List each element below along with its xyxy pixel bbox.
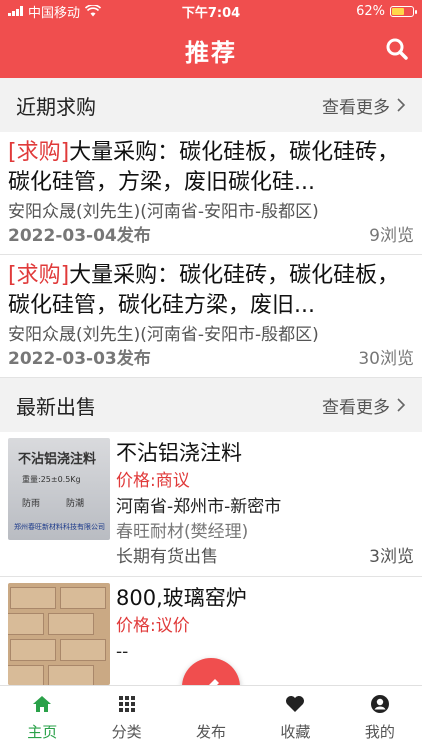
- tab-bar: 主页 分类 发布 收藏 我的: [0, 685, 422, 750]
- product-company: 春旺耐材(樊经理): [116, 522, 249, 542]
- purchase-company: 安阳众晟(刘先生)(河南省-安阳市-殷都区): [8, 325, 319, 345]
- tab-home[interactable]: 主页: [0, 686, 84, 750]
- selling-info: 800,玻璃窑炉 价格:议价 --: [110, 583, 414, 685]
- purchase-date: 2022-03-04发布: [8, 226, 151, 246]
- bag-label: 不沾铝浇注料: [18, 452, 97, 467]
- product-status: 长期有货出售: [116, 547, 218, 567]
- chevron-right-icon: [397, 98, 406, 112]
- battery-percent: 62%: [356, 3, 385, 19]
- tab-label: 我的: [364, 723, 395, 741]
- product-thumbnail: [8, 583, 110, 685]
- purchase-meta: 2022-03-04发布 9浏览: [8, 224, 414, 248]
- product-price: 价格:商议: [116, 471, 190, 491]
- product-bricks-image: [8, 583, 110, 685]
- page-title: 推荐: [185, 38, 237, 67]
- grid-icon: [116, 693, 138, 715]
- purchase-section-header: 近期求购 查看更多: [0, 78, 422, 132]
- selling-section-header: 最新出售 查看更多: [0, 378, 422, 432]
- purchase-card[interactable]: [求购]大量采购：碳化硅砖，碳化硅板，碳化硅管，碳化硅方梁，废旧... 安阳众晟…: [0, 255, 422, 378]
- purchase-more-link[interactable]: 查看更多: [322, 93, 406, 118]
- product-location: --: [116, 642, 129, 662]
- bag-rain: 防雨: [22, 499, 41, 509]
- selling-more-link[interactable]: 查看更多: [322, 393, 406, 418]
- product-bottom: 长期有货出售 3浏览: [116, 544, 414, 570]
- search-icon[interactable]: [384, 36, 410, 62]
- tab-category[interactable]: 分类: [84, 686, 168, 750]
- status-left: 中国移动: [8, 2, 158, 21]
- more-label: 查看更多: [322, 397, 390, 418]
- product-bag-image: 不沾铝浇注料 重量:25±0.5Kg 防雨 防潮 郑州春旺新材料科技有限公司: [8, 438, 110, 540]
- purchase-views: 30浏览: [358, 349, 414, 369]
- heart-icon: [284, 693, 306, 715]
- user-icon: [369, 693, 391, 715]
- purchase-views: 9浏览: [369, 226, 414, 246]
- tab-profile[interactable]: 我的: [338, 686, 422, 750]
- product-name: 不沾铝浇注料: [116, 441, 242, 465]
- bag-damp: 防潮: [66, 499, 85, 509]
- purchase-title: [求购]大量采购：碳化硅砖，碳化硅板，碳化硅管，碳化硅方梁，废旧...: [8, 261, 414, 321]
- product-location: 河南省-郑州市-新密市: [116, 497, 282, 517]
- signal-icon: [8, 6, 23, 16]
- status-bar: 中国移动 下午7:04 62%: [0, 0, 422, 22]
- main-content[interactable]: 近期求购 查看更多 [求购]大量采购：碳化硅板，碳化硅砖，碳化硅管，方梁，废旧碳…: [0, 78, 422, 685]
- bag-maker: 郑州春旺新材料科技有限公司: [14, 523, 105, 531]
- purchase-date: 2022-03-03发布: [8, 349, 151, 369]
- carrier-label: 中国移动: [28, 5, 81, 21]
- more-label: 查看更多: [322, 97, 390, 118]
- product-thumbnail: 不沾铝浇注料 重量:25±0.5Kg 防雨 防潮 郑州春旺新材料科技有限公司: [8, 438, 110, 540]
- purchase-company: 安阳众晟(刘先生)(河南省-安阳市-殷都区): [8, 202, 319, 222]
- purchase-heading: 近期求购: [16, 94, 96, 119]
- selling-info: 不沾铝浇注料 价格:商议 河南省-郑州市-新密市 春旺耐材(樊经理) 长期有货出…: [110, 438, 414, 570]
- purchase-card[interactable]: [求购]大量采购：碳化硅板，碳化硅砖，碳化硅管，方梁，废旧碳化硅... 安阳众晟…: [0, 132, 422, 255]
- nav-bar: 推荐: [0, 22, 422, 78]
- wifi-icon: [85, 5, 102, 17]
- purchase-tag: [求购]: [8, 140, 70, 165]
- tab-favorites[interactable]: 收藏: [253, 686, 337, 750]
- selling-heading: 最新出售: [16, 394, 96, 419]
- bag-weight: 重量:25±0.5Kg: [22, 475, 81, 484]
- status-time: 下午7:04: [181, 5, 241, 21]
- tab-label: 发布: [196, 723, 227, 741]
- product-views: 3浏览: [369, 547, 414, 567]
- status-right: 62%: [264, 3, 417, 19]
- tab-label: 主页: [27, 723, 58, 741]
- tab-publish[interactable]: 发布: [169, 686, 253, 750]
- home-icon: [31, 693, 53, 715]
- chevron-right-icon: [397, 398, 406, 412]
- selling-item[interactable]: 不沾铝浇注料 重量:25±0.5Kg 防雨 防潮 郑州春旺新材料科技有限公司 不…: [0, 432, 422, 577]
- purchase-tag: [求购]: [8, 263, 70, 288]
- purchase-meta: 2022-03-03发布 30浏览: [8, 347, 414, 371]
- product-price: 价格:议价: [116, 616, 190, 636]
- purchase-title: [求购]大量采购：碳化硅板，碳化硅砖，碳化硅管，方梁，废旧碳化硅...: [8, 138, 414, 198]
- product-name: 800,玻璃窑炉: [116, 586, 247, 610]
- tab-label: 收藏: [280, 723, 311, 741]
- tab-label: 分类: [111, 723, 142, 741]
- battery-icon: [390, 5, 417, 17]
